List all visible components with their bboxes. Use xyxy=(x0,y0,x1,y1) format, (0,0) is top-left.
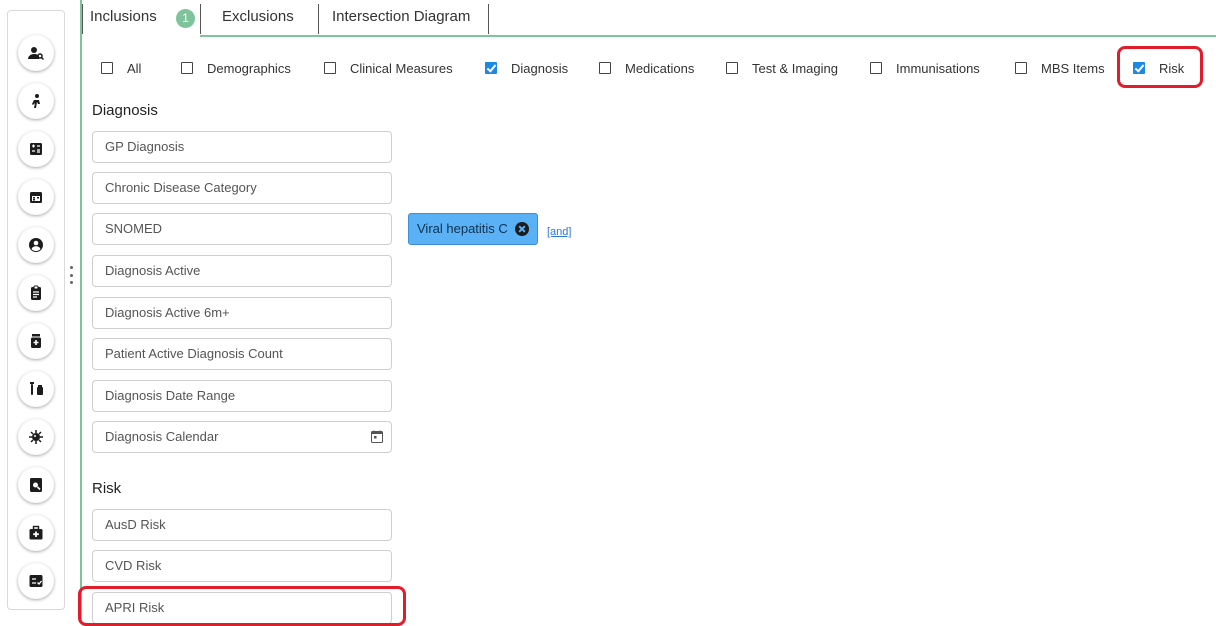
checkbox[interactable] xyxy=(101,62,113,74)
filter-clinical-measures[interactable]: Clinical Measures xyxy=(324,60,453,76)
filter-label: MBS Items xyxy=(1041,60,1105,76)
gp-diagnosis-field[interactable]: GP Diagnosis xyxy=(92,131,392,163)
tab-separator xyxy=(488,4,489,34)
filter-all[interactable]: All xyxy=(101,60,141,76)
filter-label: Demographics xyxy=(207,60,291,76)
filter-label: Medications xyxy=(625,60,695,76)
patient-active-diagnosis-count-field[interactable]: Patient Active Diagnosis Count xyxy=(92,338,392,370)
filter-label: Clinical Measures xyxy=(350,60,453,76)
filter-immunisations[interactable]: Immunisations xyxy=(870,60,980,76)
inclusions-count-badge: 1 xyxy=(176,9,195,28)
risk-filter-highlight xyxy=(1117,46,1203,88)
diagnosis-date-range-field[interactable]: Diagnosis Date Range xyxy=(92,380,392,412)
tab-bar: Inclusions 1 Exclusions Intersection Dia… xyxy=(82,0,1216,37)
checkbox[interactable] xyxy=(181,62,193,74)
checkbox[interactable] xyxy=(485,62,497,74)
checkbox[interactable] xyxy=(726,62,738,74)
patient-search-icon[interactable] xyxy=(18,35,54,71)
vials-icon[interactable] xyxy=(18,371,54,407)
filter-demographics[interactable]: Demographics xyxy=(181,60,291,76)
medical-bag-icon[interactable] xyxy=(18,515,54,551)
checkbox[interactable] xyxy=(324,62,336,74)
checkbox[interactable] xyxy=(599,62,611,74)
tab-separator xyxy=(318,4,319,34)
field-label: Diagnosis Calendar xyxy=(105,429,219,444)
tab-separator xyxy=(82,4,83,34)
tab-inclusions[interactable]: Inclusions 1 xyxy=(90,0,200,36)
checklist-icon[interactable] xyxy=(18,563,54,599)
document-search-icon[interactable] xyxy=(18,467,54,503)
person-walking-icon[interactable] xyxy=(18,83,54,119)
left-nav-rail xyxy=(7,10,65,610)
and-link[interactable]: [and] xyxy=(547,226,571,238)
snomed-chip[interactable]: Viral hepatitis C xyxy=(408,213,538,245)
filter-medications[interactable]: Medications xyxy=(599,60,694,76)
tab-label: Intersection Diagram xyxy=(332,8,471,25)
clipboard-icon[interactable] xyxy=(18,275,54,311)
account-circle-icon[interactable] xyxy=(18,227,54,263)
panel-resize-handle[interactable] xyxy=(68,266,74,284)
filter-label: All xyxy=(127,60,142,76)
checkbox[interactable] xyxy=(870,62,882,74)
section-heading-diagnosis: Diagnosis xyxy=(92,102,158,119)
content-border xyxy=(80,0,82,622)
tab-underline xyxy=(200,35,1216,37)
cvd-risk-field[interactable]: CVD Risk xyxy=(92,550,392,582)
tab-label: Exclusions xyxy=(222,8,294,25)
chronic-disease-category-field[interactable]: Chronic Disease Category xyxy=(92,172,392,204)
tab-label: Inclusions xyxy=(90,8,157,25)
filter-mbs-items[interactable]: MBS Items xyxy=(1015,60,1105,76)
calendar-icon[interactable] xyxy=(371,430,383,443)
checkbox[interactable] xyxy=(1015,62,1027,74)
remove-chip-icon[interactable] xyxy=(515,222,529,236)
calendar-icon[interactable] xyxy=(18,179,54,215)
filter-label: Diagnosis xyxy=(511,60,569,76)
medicine-icon[interactable] xyxy=(18,323,54,359)
filter-label: Immunisations xyxy=(896,60,980,76)
tab-separator xyxy=(200,4,201,34)
calculator-icon[interactable] xyxy=(18,131,54,167)
section-heading-risk: Risk xyxy=(92,480,122,497)
diagnosis-active-field[interactable]: Diagnosis Active xyxy=(92,255,392,287)
filter-diagnosis[interactable]: Diagnosis xyxy=(485,60,568,76)
virus-icon[interactable] xyxy=(18,419,54,455)
diagnosis-active-6m-field[interactable]: Diagnosis Active 6m+ xyxy=(92,297,392,329)
diagnosis-calendar-field[interactable]: Diagnosis Calendar xyxy=(92,421,392,453)
tab-exclusions[interactable]: Exclusions xyxy=(222,0,312,36)
snomed-field[interactable]: SNOMED xyxy=(92,213,392,245)
chip-label: Viral hepatitis C xyxy=(417,221,508,236)
filter-test-imaging[interactable]: Test & Imaging xyxy=(726,60,838,76)
filter-label: Test & Imaging xyxy=(752,60,838,76)
tab-intersection-diagram[interactable]: Intersection Diagram xyxy=(332,0,492,36)
apri-risk-highlight xyxy=(78,586,406,626)
ausd-risk-field[interactable]: AusD Risk xyxy=(92,509,392,541)
